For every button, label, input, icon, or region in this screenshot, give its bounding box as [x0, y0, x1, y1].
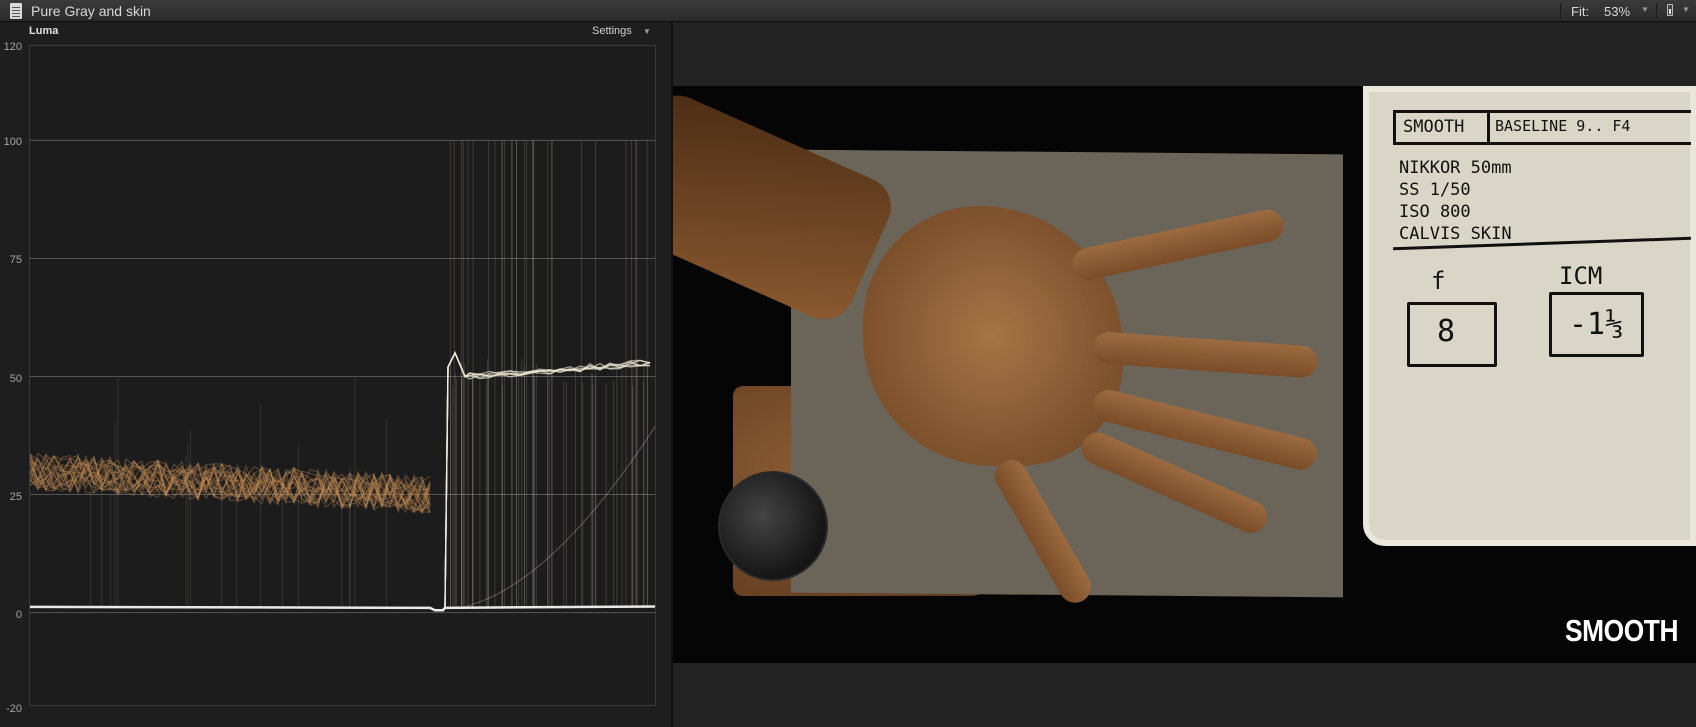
window-title: Pure Gray and skin [31, 3, 151, 19]
slate-header-right: BASELINE 9.. F4 [1495, 117, 1631, 135]
scope-settings-button[interactable]: Settings [592, 25, 632, 37]
slate-line-4: CALVIS SKIN [1399, 224, 1512, 244]
divider [1560, 3, 1561, 19]
title-bar: Pure Gray and skin Fit: 53% ▼ ▼ [0, 0, 1696, 22]
axis-label-75: 75 [9, 254, 22, 266]
slate-board: SMOOTH BASELINE 9.. F4 NIKKOR 50mm SS 1/… [1363, 86, 1696, 546]
chevron-down-icon[interactable]: ▼ [1641, 5, 1649, 14]
view-options-icon[interactable] [1667, 4, 1673, 16]
axis-label-0: 0 [15, 609, 22, 621]
chevron-down-icon[interactable]: ▼ [1682, 5, 1690, 14]
zoom-fit-popup[interactable]: 53% [1604, 4, 1630, 19]
graticule [30, 139, 655, 614]
slate-header-left: SMOOTH [1403, 117, 1465, 137]
slate-line [1393, 110, 1691, 113]
chevron-down-icon[interactable]: ▼ [643, 27, 651, 36]
slate-line-2: SS 1/50 [1399, 180, 1471, 200]
scope-type-label: Luma [29, 25, 59, 37]
curve-trace [459, 425, 655, 609]
video-frame[interactable]: SMOOTH BASELINE 9.. F4 NIKKOR 50mm SS 1/… [673, 86, 1696, 663]
document-icon [10, 3, 22, 19]
video-scope-panel: Luma Settings ▼ 120 100 75 50 25 0 -20 [0, 23, 672, 727]
axis-label-25: 25 [9, 491, 22, 503]
slate-line [1393, 142, 1691, 145]
slate-line [1393, 110, 1396, 144]
axis-label-120: 120 [3, 41, 22, 53]
axis-label-50: 50 [9, 373, 22, 385]
slate-label-f: f [1431, 267, 1446, 295]
camera-lens [718, 471, 828, 581]
slate-line [1487, 110, 1490, 144]
fit-label: Fit: [1571, 4, 1590, 19]
luma-waveform [29, 45, 656, 706]
slate-value-icm: -1⅓ [1569, 307, 1624, 342]
viewer-panel: SMOOTH BASELINE 9.. F4 NIKKOR 50mm SS 1/… [673, 23, 1696, 727]
black-level-trace [30, 605, 655, 612]
slate-value-f: 8 [1437, 314, 1456, 349]
clip-overlay-title: SMOOTH [1564, 613, 1679, 648]
slate-line-3: ISO 800 [1399, 202, 1471, 222]
waveform-graph [30, 139, 655, 614]
axis-label-minus-20: -20 [6, 703, 22, 715]
skin-trace [30, 453, 431, 512]
slate-line-1: NIKKOR 50mm [1399, 158, 1512, 178]
divider [1656, 3, 1657, 19]
slate-label-icm: ICM [1559, 262, 1603, 290]
axis-label-100: 100 [3, 136, 22, 148]
waveform-traces [30, 140, 655, 612]
